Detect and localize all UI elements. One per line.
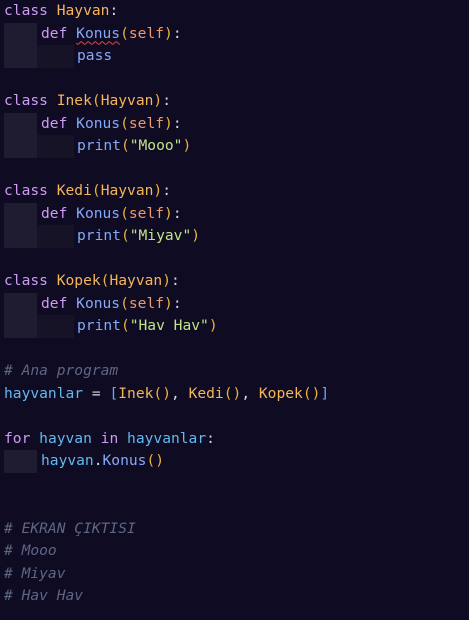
code-line: print("Hav Hav") <box>4 315 465 338</box>
class-name: Hayvan <box>56 2 110 19</box>
code-line: hayvan.Konus() <box>4 450 465 473</box>
code-line: print("Mooo") <box>4 135 465 158</box>
class-ref: Kopek <box>258 384 303 402</box>
keyword: def <box>41 114 68 132</box>
method-call: Konus <box>102 452 147 469</box>
keyword: class <box>4 272 48 289</box>
builtin-print: print <box>77 137 121 154</box>
keyword: class <box>4 2 48 19</box>
keyword: in <box>100 429 119 447</box>
builtin-print: print <box>77 317 121 334</box>
self-param: self <box>128 204 165 222</box>
indent-guide <box>4 22 37 45</box>
code-line: def Konus(self): <box>4 202 465 225</box>
class-name: Kopek <box>56 272 101 289</box>
indent-guide <box>4 292 37 315</box>
class-ref: Kedi <box>188 384 224 402</box>
indent-guide <box>4 112 37 135</box>
class-name: Inek <box>56 92 92 109</box>
variable: hayvan <box>41 452 94 469</box>
keyword: def <box>41 294 68 312</box>
code-line: # Mooo <box>4 540 465 563</box>
indent-guide <box>37 315 74 338</box>
variable: hayvanlar <box>4 384 84 402</box>
code-line: pass <box>4 45 465 68</box>
builtin-print: print <box>77 227 121 244</box>
indent-guide <box>4 315 37 338</box>
indent-guide <box>4 225 37 248</box>
keyword: pass <box>77 47 113 64</box>
string-literal: "Miyav" <box>129 227 192 244</box>
code-line: def Konus(self): <box>4 292 465 315</box>
code-line: print("Miyav") <box>4 225 465 248</box>
comment: # Miyav <box>4 564 66 582</box>
string-literal: "Mooo" <box>129 137 183 154</box>
comment: # Mooo <box>4 542 57 559</box>
class-ref: Inek <box>118 384 154 402</box>
code-line: # EKRAN ÇIKTISI <box>4 518 465 541</box>
keyword: class <box>4 182 48 199</box>
code-line: class Kedi(Hayvan): <box>4 182 171 199</box>
base-class: Hayvan <box>100 92 154 109</box>
keyword: class <box>4 92 48 109</box>
self-param: self <box>128 114 165 132</box>
variable: hayvanlar <box>127 429 207 447</box>
self-param: self <box>128 24 165 42</box>
indent-guide <box>4 450 37 473</box>
variable: hayvan <box>39 429 92 447</box>
function-name: Konus <box>76 24 121 42</box>
code-line: class Kopek(Hayvan): <box>4 272 180 289</box>
string-literal: "Hav Hav" <box>129 317 209 334</box>
keyword: def <box>41 204 68 222</box>
indent-guide <box>4 45 37 68</box>
indent-guide <box>4 202 37 225</box>
base-class: Hayvan <box>100 182 154 199</box>
indent-guide <box>37 45 74 68</box>
indent-guide <box>4 135 37 158</box>
indent-guide <box>37 225 74 248</box>
function-name: Konus <box>76 204 121 222</box>
code-editor[interactable]: class Hayvan: def Konus(self): pass clas… <box>4 0 465 608</box>
code-line: for hayvan in hayvanlar: <box>4 429 215 447</box>
comment: # EKRAN ÇIKTISI <box>4 519 136 537</box>
keyword: for <box>4 429 31 447</box>
code-line: # Ana program <box>4 360 465 383</box>
code-line: def Konus(self): <box>4 22 465 45</box>
indent-guide <box>37 135 74 158</box>
comment: # Ana program <box>4 362 119 379</box>
code-line: # Miyav <box>4 563 465 586</box>
keyword: def <box>41 24 68 42</box>
code-line: class Hayvan: <box>4 2 119 19</box>
self-param: self <box>128 294 165 312</box>
function-name: Konus <box>76 294 121 312</box>
code-line: # Hav Hav <box>4 585 465 608</box>
code-line: class Inek(Hayvan): <box>4 92 171 109</box>
comment: # Hav Hav <box>4 587 84 604</box>
function-name: Konus <box>76 114 121 132</box>
code-line: def Konus(self): <box>4 112 465 135</box>
code-line: hayvanlar = [Inek(), Kedi(), Kopek()] <box>4 384 330 402</box>
class-name: Kedi <box>56 182 92 199</box>
base-class: Hayvan <box>109 272 163 289</box>
